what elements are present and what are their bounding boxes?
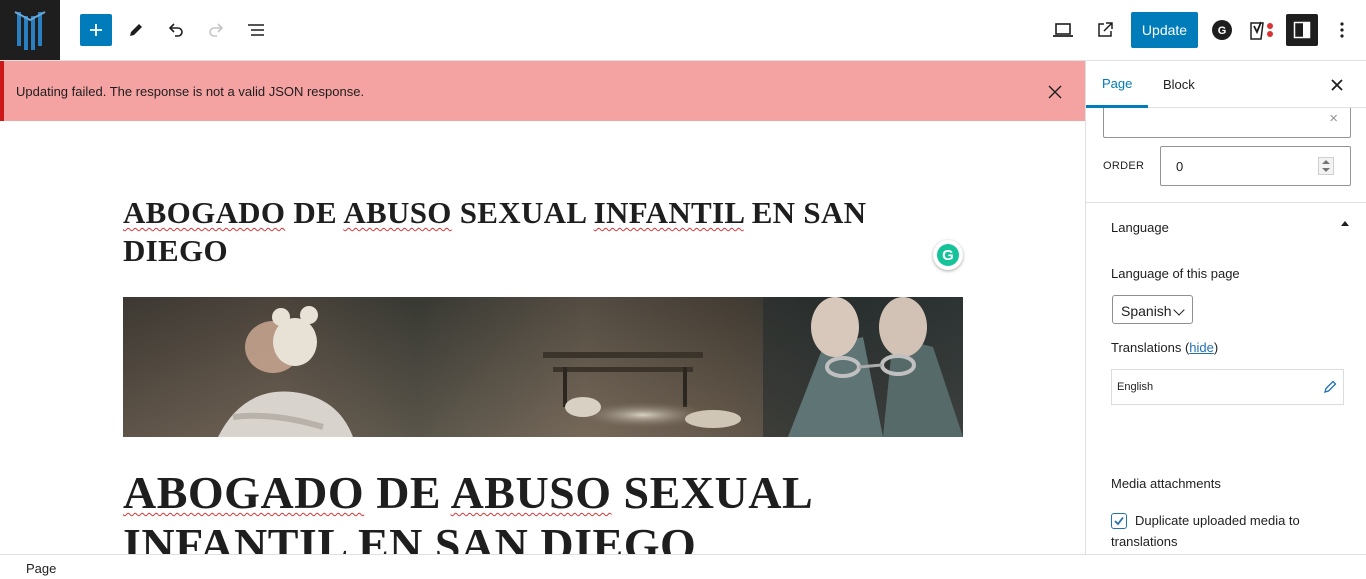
tab-page[interactable]: Page [1086, 61, 1149, 108]
settings-sidebar-toggle[interactable] [1286, 14, 1318, 46]
editor-header: Update G [0, 0, 1366, 61]
grammarly-g-icon: G [1212, 20, 1232, 40]
media-attachments-title: Media attachments [1111, 476, 1221, 491]
close-icon [1048, 85, 1062, 99]
preview-button[interactable] [1047, 14, 1079, 46]
redo-button[interactable] [200, 14, 232, 46]
pencil-icon [130, 24, 142, 36]
language-select[interactable]: Spanish [1112, 295, 1193, 324]
increment-icon[interactable] [1322, 160, 1330, 164]
sidebar-tabs: Page Block [1086, 61, 1366, 108]
translations-text: Translations [1111, 340, 1182, 355]
tools-button[interactable] [120, 14, 152, 46]
view-page-button[interactable] [1089, 14, 1121, 46]
title-word: DE [293, 195, 338, 230]
duplicate-media-checkbox[interactable] [1111, 513, 1127, 529]
translation-row-english: English [1111, 369, 1344, 405]
site-logo[interactable] [0, 0, 60, 60]
heading-line-2: INFANTIL EN SAN DIEGO [123, 519, 697, 554]
heading-word: DE [376, 467, 442, 518]
chevron-down-icon [1173, 304, 1185, 316]
tab-block[interactable]: Block [1147, 61, 1211, 108]
language-panel-title[interactable]: Language [1111, 220, 1169, 235]
grammarly-icon: G [937, 244, 959, 266]
order-input[interactable]: 0 [1160, 146, 1351, 186]
laptop-icon [1053, 23, 1073, 37]
order-value: 0 [1176, 159, 1184, 174]
page-heading[interactable]: ABOGADO DE ABUSO SEXUAL INFANTIL EN SAN … [123, 467, 963, 554]
title-word: ABOGADO [123, 195, 286, 230]
sidebar-icon [1293, 21, 1311, 39]
more-vertical-icon [1340, 22, 1344, 38]
title-word: SEXUAL [459, 195, 586, 230]
external-link-icon [1098, 22, 1113, 37]
update-button[interactable]: Update [1131, 12, 1198, 48]
title-word: INFANTIL [593, 195, 744, 230]
translations-label: Translations (hide) [1111, 340, 1219, 355]
add-block-button[interactable] [80, 14, 112, 46]
yoast-seo-button[interactable] [1246, 14, 1278, 46]
language-selected-value: Spanish [1121, 303, 1172, 319]
panel-divider [1086, 202, 1366, 203]
svg-text:G: G [1218, 25, 1227, 37]
heading-word: ABUSO [450, 467, 612, 518]
post-title[interactable]: ABOGADO DE ABUSO SEXUAL INFANTIL EN SAN … [123, 194, 923, 270]
dismiss-notice-button[interactable] [1044, 81, 1066, 103]
plus-icon [90, 24, 102, 36]
grammarly-toolbar-button[interactable]: G [1206, 14, 1238, 46]
banner-illustration [123, 297, 963, 437]
decrement-icon[interactable] [1322, 168, 1330, 172]
options-menu-button[interactable] [1326, 14, 1358, 46]
translation-language: English [1117, 381, 1154, 393]
redo-icon [209, 23, 224, 37]
order-label: ORDER [1103, 160, 1145, 172]
undo-button[interactable] [160, 14, 192, 46]
notice-message: Updating failed. The response is not a v… [16, 84, 365, 99]
order-stepper[interactable] [1318, 157, 1334, 175]
hide-translations-link[interactable]: hide [1189, 340, 1214, 355]
grammarly-widget[interactable]: G [933, 240, 963, 270]
clear-icon[interactable]: × [1329, 110, 1338, 127]
parent-page-field[interactable]: × [1103, 108, 1351, 138]
editor-canvas: ABOGADO DE ABUSO SEXUAL INFANTIL EN SAN … [0, 121, 1085, 554]
error-notice: Updating failed. The response is not a v… [0, 61, 1085, 121]
block-breadcrumb-bar: Page [0, 554, 1366, 579]
title-word: ABUSO [343, 195, 452, 230]
language-of-page-label: Language of this page [1111, 266, 1240, 281]
close-sidebar-button[interactable] [1326, 74, 1348, 96]
yoast-icon [1250, 21, 1273, 40]
heading-word: ABOGADO [123, 467, 365, 518]
featured-banner-image[interactable] [123, 297, 963, 437]
close-icon [1331, 79, 1343, 91]
duplicate-media-label: Duplicate uploaded media to translations [1111, 513, 1300, 549]
list-view-button[interactable] [240, 14, 272, 46]
checkmark-icon [1114, 516, 1124, 526]
chevron-up-icon[interactable] [1341, 221, 1349, 226]
heading-word: SEXUAL [623, 467, 814, 518]
undo-icon [168, 23, 183, 37]
edit-translation-icon[interactable] [1322, 379, 1338, 395]
list-view-icon [248, 24, 264, 36]
logo-icon [14, 11, 46, 50]
breadcrumb-page[interactable]: Page [26, 561, 56, 576]
settings-sidebar: Page Block × ORDER 0 Language Language o… [1085, 61, 1366, 554]
